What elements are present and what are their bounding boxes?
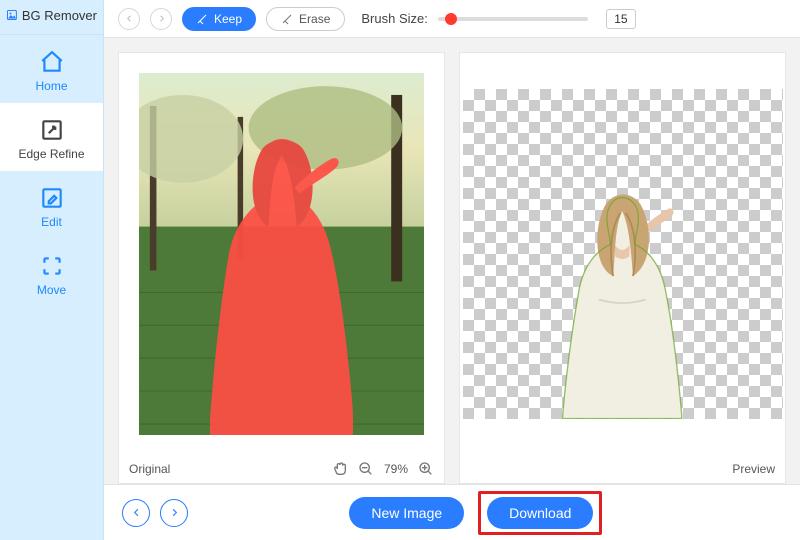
brand: BG Remover	[0, 0, 103, 35]
sidebar-item-label: Edit	[41, 215, 62, 229]
original-label: Original	[129, 462, 170, 476]
keep-label: Keep	[214, 12, 242, 26]
brush-size-value: 15	[606, 9, 636, 29]
zoom-out-icon[interactable]	[358, 461, 374, 477]
toolbar: Keep Erase Brush Size: 15	[104, 0, 800, 38]
prev-button[interactable]	[122, 499, 150, 527]
preview-panel: Preview	[459, 52, 786, 484]
sidebar-item-edge-refine[interactable]: Edge Refine	[0, 103, 103, 171]
brush-size-label: Brush Size:	[361, 11, 427, 26]
zoom-value: 79%	[384, 462, 408, 476]
sidebar: BG Remover Home Edge Refine Edit Move	[0, 0, 104, 540]
edit-icon	[39, 185, 65, 211]
erase-button[interactable]: Erase	[266, 7, 345, 31]
redo-button[interactable]	[150, 8, 172, 30]
sidebar-item-label: Edge Refine	[18, 147, 84, 161]
preview-label: Preview	[732, 462, 775, 476]
next-button[interactable]	[160, 499, 188, 527]
download-highlight-box: Download	[478, 491, 602, 535]
preview-image	[463, 89, 783, 419]
sidebar-item-label: Move	[37, 283, 66, 297]
erase-label: Erase	[299, 12, 330, 26]
main: Keep Erase Brush Size: 15	[104, 0, 800, 540]
original-status-row: Original 79%	[119, 455, 444, 483]
home-icon	[39, 49, 65, 75]
sidebar-item-edit[interactable]: Edit	[0, 171, 103, 239]
zoom-in-icon[interactable]	[418, 461, 434, 477]
brush-size-slider[interactable]	[438, 17, 588, 21]
undo-button[interactable]	[118, 8, 140, 30]
eraser-icon	[281, 13, 293, 25]
pan-icon[interactable]	[332, 461, 348, 477]
brand-icon	[6, 6, 18, 24]
preview-canvas[interactable]	[460, 53, 785, 455]
preview-status-row: Preview	[460, 455, 785, 483]
keep-button[interactable]: Keep	[182, 7, 256, 31]
original-image	[139, 73, 424, 435]
move-icon	[39, 253, 65, 279]
new-image-button[interactable]: New Image	[349, 497, 464, 529]
download-button[interactable]: Download	[487, 497, 593, 529]
sidebar-item-label: Home	[35, 79, 67, 93]
slider-thumb[interactable]	[445, 13, 457, 25]
original-canvas[interactable]	[119, 53, 444, 455]
brush-icon	[196, 13, 208, 25]
original-panel: Original 79%	[118, 52, 445, 484]
brand-label: BG Remover	[22, 8, 97, 23]
bottom-bar: New Image Download	[104, 484, 800, 540]
panels: Original 79%	[104, 38, 800, 484]
edge-refine-icon	[39, 117, 65, 143]
sidebar-item-move[interactable]: Move	[0, 239, 103, 307]
sidebar-item-home[interactable]: Home	[0, 35, 103, 103]
